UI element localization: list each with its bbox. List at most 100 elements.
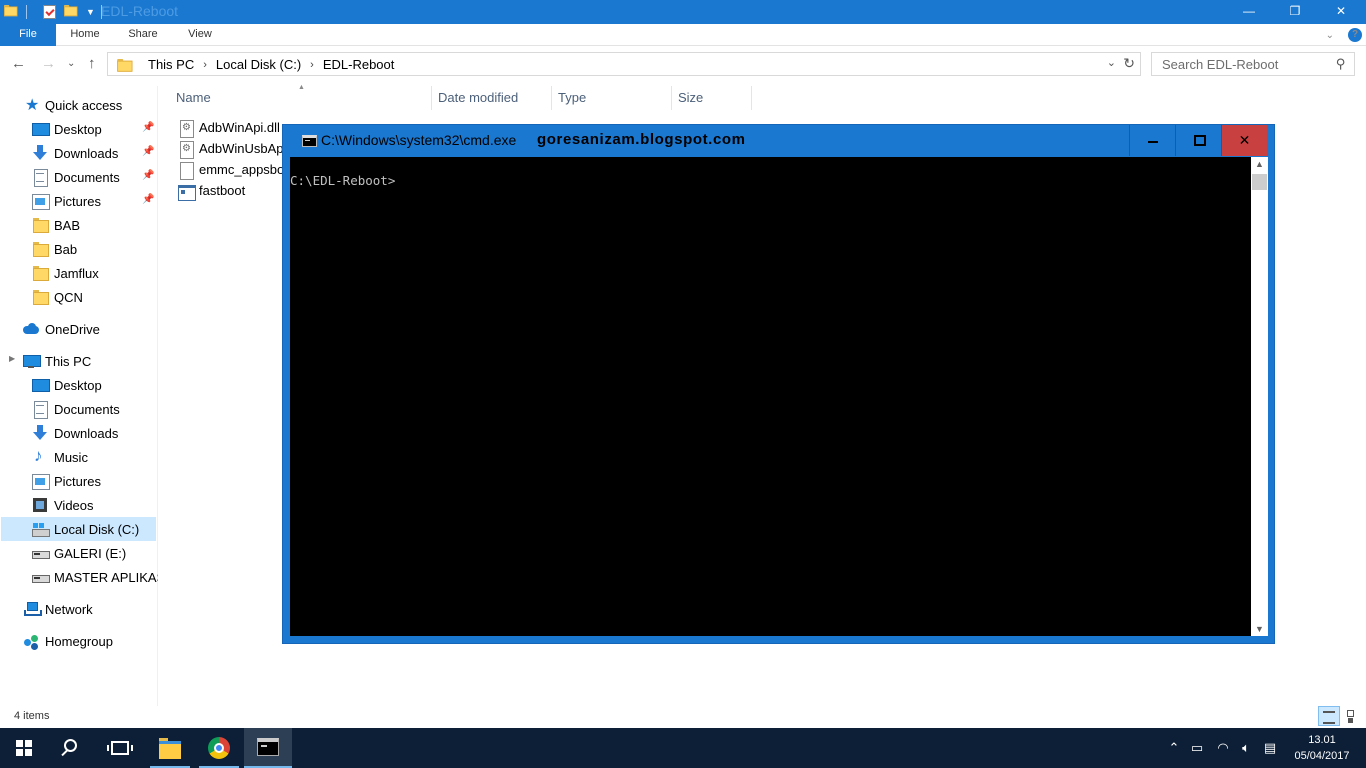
nav-item-pictures[interactable]: Pictures — [32, 190, 101, 212]
cmd-maximize-button[interactable] — [1175, 125, 1221, 156]
nav-onedrive[interactable]: OneDrive — [23, 318, 100, 340]
column-header-name[interactable]: Name — [170, 86, 432, 110]
large-icons-view-button[interactable] — [1342, 706, 1364, 726]
breadcrumb-separator-icon[interactable]: › — [203, 59, 207, 71]
scroll-down-icon[interactable]: ▼ — [1251, 624, 1268, 634]
nav-label: This PC — [45, 353, 92, 369]
cmd-window-title: C:\Windows\system32\cmd.exe — [321, 132, 517, 148]
column-header-type[interactable]: Type — [552, 86, 672, 110]
column-header-size[interactable]: Size — [672, 86, 752, 110]
refresh-icon[interactable]: ↻ — [1123, 55, 1135, 72]
tab-share[interactable]: Share — [120, 24, 166, 46]
nav-pc-pictures[interactable]: Pictures — [32, 470, 101, 492]
scroll-thumb[interactable] — [1252, 174, 1267, 190]
documents-icon — [32, 401, 48, 419]
search-icon[interactable]: ⚲ — [1336, 56, 1346, 72]
taskbar: ⌃ ▭ ◠ 🔈︎ ▤ 13.01 05/04/2017 — [0, 728, 1366, 768]
task-view-icon — [107, 741, 133, 755]
search-input[interactable] — [1152, 53, 1322, 75]
cmd-window[interactable]: C:\Windows\system32\cmd.exe goresanizam.… — [282, 124, 1275, 644]
details-view-button[interactable] — [1318, 706, 1340, 726]
address-dropdown-icon[interactable]: ⌄ — [1107, 56, 1116, 69]
file-row[interactable]: AdbWinUsbAp — [178, 138, 284, 159]
properties-icon[interactable] — [43, 5, 56, 19]
pin-icon[interactable]: 📌 — [142, 170, 154, 181]
breadcrumb-separator-icon[interactable]: › — [310, 59, 314, 71]
taskbar-file-explorer[interactable] — [146, 728, 194, 768]
search-box[interactable]: ⚲ — [1151, 52, 1355, 76]
nav-pc-music[interactable]: Music — [32, 446, 88, 468]
pin-icon[interactable]: 📌 — [142, 122, 154, 133]
system-clock[interactable]: 13.01 05/04/2017 — [1286, 732, 1358, 764]
close-button[interactable]: ✕ — [1318, 0, 1364, 24]
taskbar-cmd[interactable] — [244, 728, 292, 768]
nav-pc-desktop[interactable]: Desktop — [32, 374, 102, 396]
breadcrumb-this-pc[interactable]: This PC — [148, 57, 194, 72]
nav-item-desktop[interactable]: Desktop — [32, 118, 102, 140]
pin-icon[interactable]: 📌 — [142, 146, 154, 157]
tab-view[interactable]: View — [178, 24, 222, 46]
pin-icon[interactable]: 📌 — [142, 194, 154, 205]
drive-icon — [32, 569, 50, 585]
volume-icon[interactable]: 🔈︎ — [1236, 728, 1256, 768]
address-bar[interactable]: This PC › Local Disk (C:) › EDL-Reboot ⌄… — [107, 52, 1141, 76]
nav-pc-videos[interactable]: Videos — [32, 494, 94, 516]
new-folder-icon[interactable] — [64, 4, 80, 20]
taskbar-search-button[interactable] — [48, 728, 96, 768]
nav-pc-documents[interactable]: Documents — [32, 398, 120, 420]
local-disk-icon — [32, 521, 50, 537]
nav-item-qcn[interactable]: QCN — [32, 286, 83, 308]
breadcrumb-local-disk[interactable]: Local Disk (C:) — [216, 57, 301, 72]
show-hidden-icons-icon[interactable]: ⌃ — [1164, 728, 1184, 768]
back-arrow-icon[interactable]: ← — [11, 55, 26, 72]
cmd-minimize-button[interactable] — [1129, 125, 1175, 156]
drive-icon — [32, 545, 50, 561]
file-row[interactable]: AdbWinApi.dll — [178, 117, 280, 138]
nav-pc-galeri[interactable]: GALERI (E:) — [32, 542, 126, 564]
forward-arrow-icon[interactable]: → — [41, 55, 56, 72]
nav-pc-master-aplikasi[interactable]: MASTER APLIKASI — [32, 566, 158, 588]
tab-file[interactable]: File — [0, 24, 56, 46]
nav-item-bab-upper[interactable]: BAB — [32, 214, 80, 236]
minimize-button[interactable]: — — [1226, 0, 1272, 24]
nav-item-documents[interactable]: Documents — [32, 166, 120, 188]
action-center-icon[interactable]: ▤ — [1260, 728, 1280, 768]
cmd-close-button[interactable]: ✕ — [1221, 125, 1267, 156]
customize-toolbar-icon[interactable]: ▼ — [86, 7, 95, 17]
expand-chevron-icon[interactable]: ▶ — [9, 354, 15, 363]
nav-label: Homegroup — [45, 633, 113, 649]
maximize-button[interactable]: ❐ — [1272, 0, 1318, 24]
file-row[interactable]: fastboot — [178, 180, 245, 201]
expand-ribbon-icon[interactable]: ⌄ — [1326, 30, 1334, 41]
file-row[interactable]: emmc_appsbo — [178, 159, 284, 180]
nav-label: Pictures — [54, 193, 101, 209]
nav-item-bab[interactable]: Bab — [32, 238, 77, 260]
cmd-title-bar[interactable]: C:\Windows\system32\cmd.exe goresanizam.… — [283, 125, 1274, 157]
wifi-icon[interactable]: ◠ — [1212, 728, 1234, 768]
taskbar-chrome[interactable] — [195, 728, 243, 768]
nav-label: Jamflux — [54, 265, 99, 281]
up-arrow-icon[interactable]: ↑ — [88, 55, 96, 72]
console-scrollbar[interactable]: ▲ ▼ — [1251, 157, 1268, 636]
downloads-icon — [32, 425, 48, 441]
nav-item-jamflux[interactable]: Jamflux — [32, 262, 99, 284]
start-button[interactable] — [0, 728, 48, 768]
address-row: ← → ⌄ ↑ This PC › Local Disk (C:) › EDL-… — [0, 47, 1366, 81]
star-icon — [25, 95, 41, 115]
help-icon[interactable]: ? — [1348, 28, 1362, 42]
column-header-date-modified[interactable]: Date modified — [432, 86, 552, 110]
nav-quick-access[interactable]: Quick access — [25, 94, 122, 116]
nav-network[interactable]: Network — [23, 598, 93, 620]
scroll-up-icon[interactable]: ▲ — [1251, 159, 1268, 169]
console-area[interactable]: C:\EDL-Reboot> — [290, 157, 1251, 636]
nav-pc-downloads[interactable]: Downloads — [32, 422, 118, 444]
nav-item-downloads[interactable]: Downloads — [32, 142, 118, 164]
nav-homegroup[interactable]: Homegroup — [23, 630, 113, 652]
task-view-button[interactable] — [96, 728, 144, 768]
battery-icon[interactable]: ▭ — [1187, 728, 1207, 768]
nav-pc-local-disk[interactable]: Local Disk (C:) — [1, 517, 156, 541]
tab-home[interactable]: Home — [60, 24, 110, 46]
breadcrumb-edl-reboot[interactable]: EDL-Reboot — [323, 57, 395, 72]
nav-this-pc[interactable]: This PC — [23, 350, 91, 372]
recent-locations-icon[interactable]: ⌄ — [67, 58, 75, 69]
